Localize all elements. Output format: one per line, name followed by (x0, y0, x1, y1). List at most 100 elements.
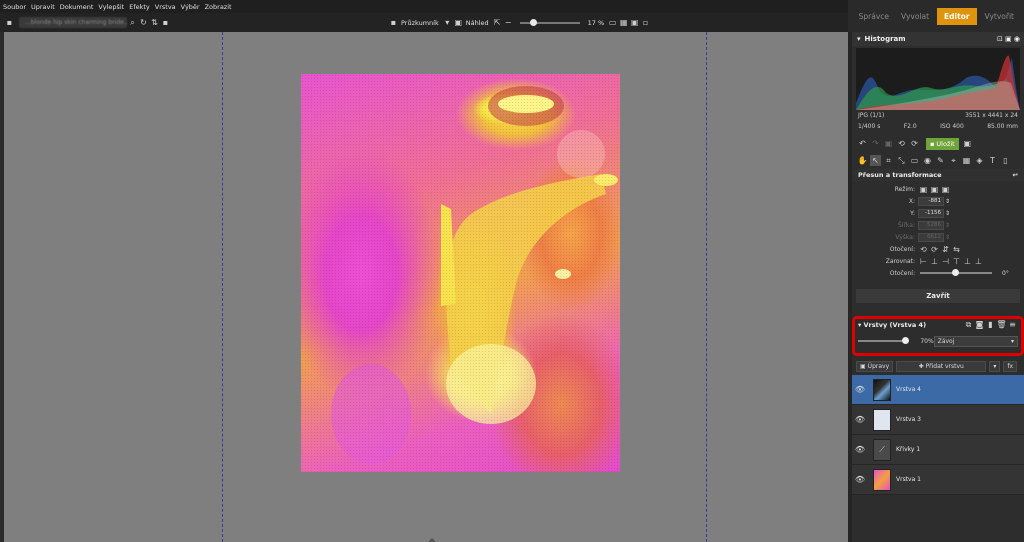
gradient-tool-icon[interactable]: ▯ (1000, 155, 1011, 166)
opacity-slider-knob[interactable] (902, 337, 909, 344)
x-stepper-icon[interactable]: ⇕ (945, 198, 950, 205)
editor-canvas[interactable] (0, 32, 848, 542)
tab-editor[interactable]: Editor (937, 7, 977, 25)
transform-tool-icon[interactable]: ⤡ (896, 155, 907, 166)
add-layer-button[interactable]: ✚ Přidat vrstvu (896, 360, 987, 372)
menu-effects[interactable]: Efekty (129, 3, 150, 11)
mode-free-icon[interactable]: ▣ (940, 184, 951, 195)
flip-v-icon[interactable]: ⇵ (940, 244, 951, 255)
y-field[interactable]: -1156 (918, 208, 944, 218)
menu-edit[interactable]: Upravit (31, 3, 55, 11)
menu-layer[interactable]: Vrstva (155, 3, 176, 11)
hand-tool-icon[interactable]: ✋ (857, 155, 868, 166)
layer-row[interactable]: 👁 Vrstva 4 (852, 375, 1024, 405)
lock-icon[interactable]: ▫ (640, 17, 651, 28)
shape-tool-icon[interactable]: ◈ (974, 155, 985, 166)
sort-icon[interactable]: ⇅ (149, 17, 160, 28)
explorer-icon[interactable]: ▪ (388, 17, 399, 28)
rotate-left-icon[interactable]: ⟲ (896, 138, 907, 149)
rotation-slider-knob[interactable] (952, 269, 959, 276)
photo-image[interactable] (301, 74, 620, 472)
menu-view[interactable]: Zobrazit (205, 3, 232, 11)
preview-icon[interactable]: ▣ (453, 17, 464, 28)
undo-icon[interactable]: ↶ (857, 138, 868, 149)
redo-icon[interactable]: ↷ (870, 138, 881, 149)
opacity-slider[interactable] (858, 337, 909, 344)
history-icon[interactable]: ▣ (883, 138, 894, 149)
fit-icon[interactable]: ▦ (618, 17, 629, 28)
flip-h-icon[interactable]: ⇆ (951, 244, 962, 255)
align-center-icon[interactable]: ⊥ (929, 256, 940, 267)
text-tool-icon[interactable]: T (987, 155, 998, 166)
menu-enhance[interactable]: Vylepšit (98, 3, 124, 11)
align-right-icon[interactable]: ⊣ (940, 256, 951, 267)
menu-file[interactable]: Soubor (3, 3, 26, 11)
y-stepper-icon[interactable]: ⇕ (945, 210, 950, 217)
fullscreen-icon[interactable]: ▣ (629, 17, 640, 28)
visibility-eye-icon[interactable]: 👁 (852, 385, 868, 394)
save-button[interactable]: ▪ Uložit (926, 137, 959, 150)
actual-size-icon[interactable]: ▭ (607, 17, 618, 28)
histogram-options-icon[interactable]: ⊡ ▣ ◉ (997, 35, 1020, 43)
brush-tool-icon[interactable]: ✎ (935, 155, 946, 166)
zoom-out-icon[interactable]: − (503, 17, 514, 28)
x-field[interactable]: -881 (918, 196, 944, 206)
histogram-header[interactable]: ▾ Histogram ⊡ ▣ ◉ (852, 32, 1024, 46)
rotate-ccw-icon[interactable]: ⟲ (918, 244, 929, 255)
zoom-slider-knob[interactable] (529, 18, 537, 26)
mode-scale-icon[interactable]: ▣ (929, 184, 940, 195)
selection-tool-icon[interactable]: ▭ (909, 155, 920, 166)
menu-selection[interactable]: Výběr (181, 3, 200, 11)
move-tool-icon[interactable]: ↖ (870, 155, 881, 166)
duplicate-layer-icon[interactable]: ⧉ (963, 320, 974, 331)
tab-develop[interactable]: Vyvolat (901, 12, 929, 21)
collapse-icon[interactable]: ▾ (857, 35, 861, 43)
eye-tool-icon[interactable]: ◉ (922, 155, 933, 166)
effects-tool-icon[interactable]: ▦ (961, 155, 972, 166)
save-icon: ▪ (930, 139, 935, 148)
back-arrow-icon[interactable]: ↩ (1013, 171, 1018, 179)
rotate-cw-icon[interactable]: ⟳ (929, 244, 940, 255)
clone-tool-icon[interactable]: ⌖ (948, 155, 959, 166)
rotate-right-icon[interactable]: ⟳ (909, 138, 920, 149)
crop-tool-icon[interactable]: ⌗ (883, 155, 894, 166)
align-left-icon[interactable]: ⊢ (918, 256, 929, 267)
visibility-eye-icon[interactable]: 👁 (852, 415, 868, 424)
mask-icon[interactable]: ◙ (974, 319, 985, 330)
new-folder-icon[interactable]: ▪ (160, 17, 171, 28)
zoom-slider[interactable] (519, 18, 580, 26)
bottom-panel-handle[interactable] (428, 538, 436, 542)
explorer-button[interactable]: Průzkumník (401, 19, 439, 27)
menu-document[interactable]: Dokument (60, 3, 94, 11)
fx-button[interactable]: fx (1003, 360, 1017, 372)
mode-move-icon[interactable]: ▣ (918, 184, 929, 195)
layer-row[interactable]: 👁 Vrstva 3 (852, 405, 1024, 435)
align-middle-icon[interactable]: ⊥ (962, 256, 973, 267)
add-layer-dropdown[interactable]: ▾ (989, 360, 1001, 372)
delete-layer-icon[interactable]: 🗑 (996, 319, 1007, 330)
visibility-eye-icon[interactable]: 👁 (852, 445, 868, 454)
layers-menu-icon[interactable]: ≡ (1007, 319, 1018, 330)
collapse-layers-icon[interactable]: ▾ (858, 321, 861, 329)
adjustments-button[interactable]: ▣ Úpravy (856, 360, 894, 372)
close-button[interactable]: Zavřít (856, 289, 1020, 303)
layer-row[interactable]: 👁 Vrstva 1 (852, 465, 1024, 495)
refresh-icon[interactable]: ↻ (138, 17, 149, 28)
align-top-icon[interactable]: ⊤ (951, 256, 962, 267)
save-as-icon[interactable]: ▣ (962, 138, 973, 149)
tab-manager[interactable]: Správce (859, 12, 889, 21)
tab-create[interactable]: Vytvořit (985, 12, 1014, 21)
folder-icon[interactable]: ▪ (4, 17, 15, 28)
layer-row[interactable]: 👁 ⟋ Křivky 1 (852, 435, 1024, 465)
visibility-eye-icon[interactable]: 👁 (852, 475, 868, 484)
group-folder-icon[interactable]: ▮ (985, 319, 996, 330)
external-link-icon[interactable]: ⇱ (492, 17, 503, 28)
preview-button[interactable]: Náhled (466, 19, 489, 27)
rotation-slider[interactable] (920, 269, 992, 276)
chevron-down-icon[interactable]: ▾ (442, 17, 453, 28)
path-field[interactable]: ...blonde hip skin charming bride... (19, 17, 127, 28)
blend-mode-select[interactable]: Závoj ▾ (933, 335, 1018, 347)
search-icon[interactable]: ⌕ (127, 17, 138, 28)
align-bottom-icon[interactable]: ⊥ (973, 256, 984, 267)
histogram-graph (856, 48, 1020, 110)
